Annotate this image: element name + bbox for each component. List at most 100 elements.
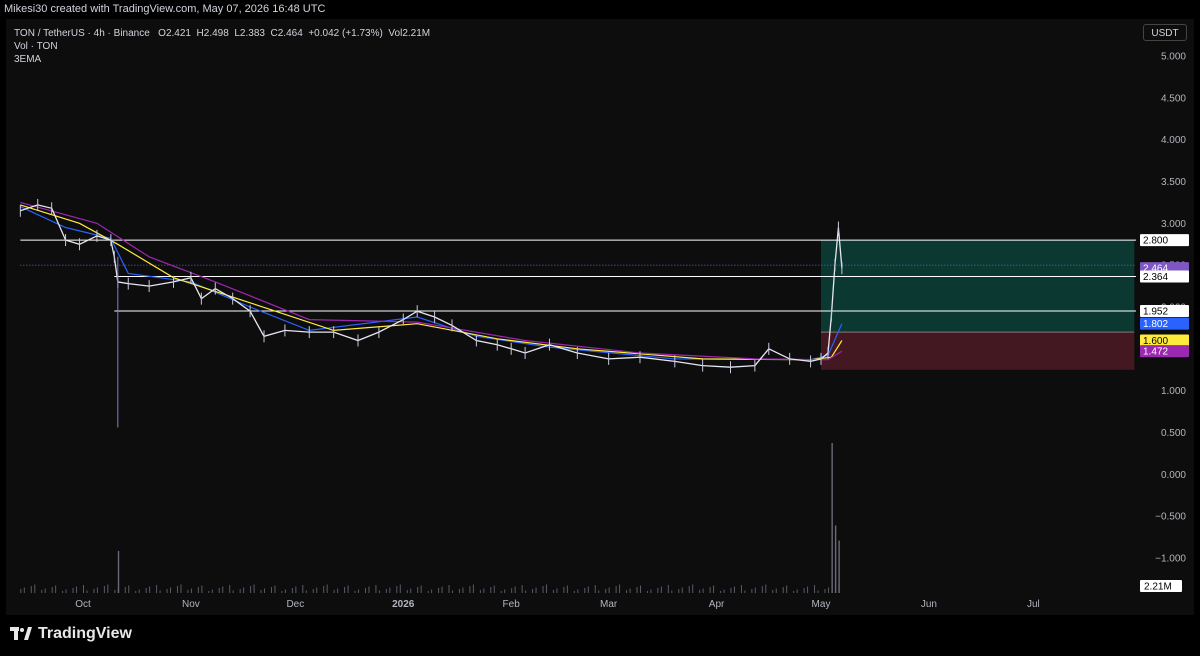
volume-bar: [354, 591, 356, 593]
currency-button[interactable]: USDT: [1143, 24, 1187, 41]
caption-bar: Mikesi30 created with TradingView.com, M…: [0, 0, 1200, 19]
volume-bar: [657, 588, 659, 593]
volume-bar: [511, 588, 513, 593]
volume-bar: [406, 590, 408, 593]
volume-bar: [545, 584, 547, 593]
y-tick-label: 0.500: [1161, 428, 1186, 439]
volume-bar: [587, 586, 589, 593]
volume-bar: [114, 590, 116, 593]
volume-bar: [796, 589, 798, 593]
volume-bar: [629, 588, 631, 593]
volume-bar: [688, 586, 690, 593]
volume-bar: [723, 589, 725, 593]
volume-bar: [552, 590, 554, 593]
tradingview-logo[interactable]: TradingView: [10, 625, 132, 643]
volume-bar: [23, 587, 25, 593]
volume-bar: [232, 590, 234, 593]
volume-bar: [594, 585, 596, 593]
chart-panel[interactable]: Oct Nov Dec 2026 Feb Mar Apr May Jun Jul 5.000 4.50…: [6, 19, 1194, 615]
volume-bar: [96, 587, 98, 593]
price-label-text: 1.802: [1143, 319, 1168, 330]
volume-bar: [399, 584, 401, 593]
x-tick-label: Oct: [75, 599, 91, 610]
volume-bar: [344, 587, 346, 593]
volume-bar: [323, 586, 325, 593]
x-tick-label: Dec: [286, 599, 304, 610]
volume-bar: [197, 587, 199, 593]
volume-bar: [427, 591, 429, 593]
volume-bar: [270, 587, 272, 593]
volume-bar: [573, 591, 575, 593]
ema-line-1: [20, 204, 843, 361]
volume-bar: [333, 590, 335, 593]
price-chart[interactable]: Oct Nov Dec 2026 Feb Mar Apr May Jun Jul 5.000 4.50…: [6, 19, 1194, 615]
volume-label-text: 2.21M: [1144, 582, 1172, 593]
volume-bar: [55, 585, 57, 593]
volume-bar: [218, 588, 220, 593]
ema-line-2: [20, 201, 843, 361]
volume-bar: [608, 587, 610, 593]
volume-bar: [660, 586, 662, 593]
volume-bar: [389, 587, 391, 593]
y-tick-label: 4.500: [1161, 93, 1186, 104]
volume-bar: [176, 586, 178, 593]
volume-bar: [452, 590, 453, 593]
volume-bar: [274, 585, 276, 593]
volume-bar: [201, 585, 203, 593]
volume-bar: [30, 586, 32, 593]
volume-bar: [636, 587, 638, 593]
volume-bar: [827, 587, 829, 593]
open-value: 2.421: [165, 28, 191, 39]
volume-bar: [834, 525, 837, 593]
indicator-ema[interactable]: 3EMA: [14, 53, 430, 66]
price-label-text: 2.364: [1143, 272, 1168, 283]
volume-bar: [615, 586, 617, 593]
symbol-label[interactable]: TON / TetherUS · 4h · Binance: [14, 28, 150, 39]
volume-bar: [709, 587, 711, 593]
position-stop-zone[interactable]: [821, 332, 1135, 370]
volume-bar: [563, 587, 565, 593]
indicator-volume[interactable]: Vol · TON: [14, 40, 430, 53]
volume-bar: [472, 584, 474, 593]
volume-bar: [76, 586, 78, 593]
tradingview-logo-icon: [10, 627, 32, 640]
close-value: 2.464: [277, 28, 303, 39]
volume-bar: [772, 590, 774, 593]
x-tick-label: Apr: [709, 599, 725, 610]
volume-bar: [170, 587, 172, 593]
volume-bar: [740, 585, 742, 593]
volume-bar: [713, 585, 715, 593]
volume-bar: [720, 591, 722, 593]
low-value: 2.383: [239, 28, 265, 39]
volume-bar: [326, 584, 328, 593]
volume-bar: [532, 589, 534, 593]
volume-bar: [490, 587, 492, 593]
volume-bar: [556, 588, 558, 593]
volume-bar: [295, 586, 297, 593]
volume-bar: [337, 588, 339, 593]
ema-line-0: [20, 206, 843, 361]
volume-bar: [107, 584, 109, 593]
volume-bar: [284, 589, 286, 593]
volume-bar: [166, 589, 168, 593]
volume-bar: [692, 584, 694, 593]
volume-bar: [291, 588, 293, 593]
caption-text: Mikesi30 created with TradingView.com, M…: [4, 3, 326, 15]
volume-bar: [368, 586, 370, 593]
volume-bar: [775, 588, 777, 593]
volume-bar: [479, 590, 481, 593]
volume-bar: [493, 585, 495, 593]
volume-bar: [253, 584, 255, 593]
volume-bar: [239, 589, 241, 593]
y-tick-label: 4.000: [1161, 135, 1186, 146]
position-target-zone[interactable]: [821, 240, 1135, 333]
volume-bar: [542, 586, 544, 593]
volume-bar: [229, 585, 231, 593]
volume-bar: [441, 586, 443, 593]
volume-bar: [500, 591, 502, 593]
volume-bar: [525, 590, 527, 593]
y-tick-label: 0.000: [1161, 470, 1186, 481]
volume-bar: [838, 540, 840, 593]
close-label: C: [270, 28, 278, 39]
volume-bar: [469, 586, 471, 593]
